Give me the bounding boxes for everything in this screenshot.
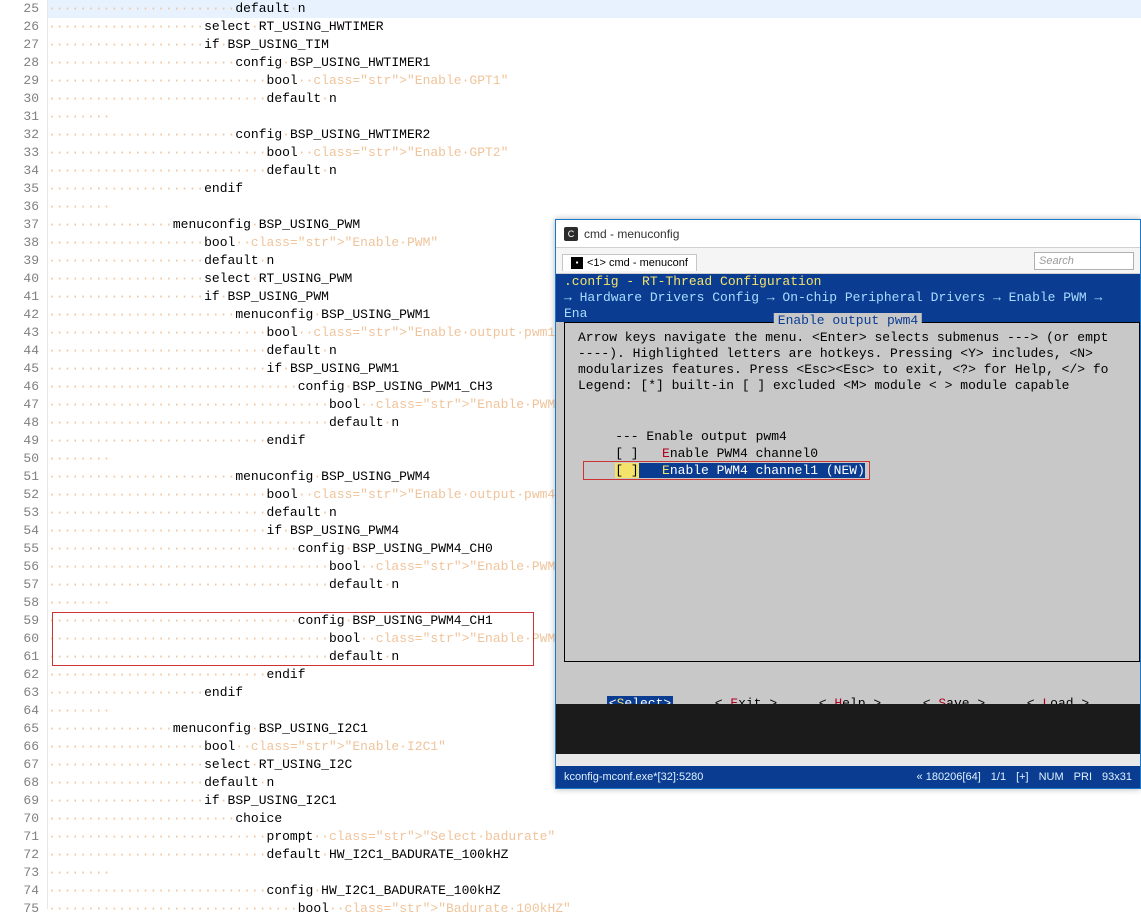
tab-cmd[interactable]: ▪ <1> cmd - menuconf xyxy=(562,254,697,271)
tab-label: <1> cmd - menuconf xyxy=(587,257,688,269)
window-title: cmd - menuconfig xyxy=(584,227,679,241)
config-title-bar: .config - RT-Thread Configuration xyxy=(556,274,1140,290)
cmd-tab-icon: ▪ xyxy=(571,257,583,269)
menu-item[interactable]: --- Enable output pwm4 xyxy=(584,428,1140,445)
cmd-icon: C xyxy=(564,227,578,241)
menu-list[interactable]: --- Enable output pwm4 [ ] Enable PWM4 c… xyxy=(584,428,1140,479)
menu-item[interactable]: [ ] Enable PWM4 channel1 (NEW) xyxy=(584,462,1140,479)
terminal-window: C cmd - menuconfig ▪ <1> cmd - menuconf … xyxy=(555,219,1141,789)
menuconfig-panel: Enable output pwm4 Arrow keys navigate t… xyxy=(556,322,1140,722)
status-right: « 180206[64]1/1[+]NUMPRI93x31 xyxy=(917,771,1132,783)
tab-bar: ▪ <1> cmd - menuconf Search xyxy=(556,248,1140,274)
line-number-gutter: 2526272829303132333435363738394041424344… xyxy=(0,0,48,909)
status-left: kconfig-mconf.exe*[32]:5280 xyxy=(564,771,703,783)
window-titlebar[interactable]: C cmd - menuconfig xyxy=(556,220,1140,248)
status-bar: kconfig-mconf.exe*[32]:5280 « 180206[64]… xyxy=(556,766,1140,788)
menu-item[interactable]: [ ] Enable PWM4 channel0 xyxy=(584,445,1140,462)
search-input[interactable]: Search xyxy=(1034,252,1134,270)
terminal-body[interactable]: .config - RT-Thread Configuration → Hard… xyxy=(556,274,1140,722)
terminal-gap xyxy=(556,704,1140,754)
help-text: Arrow keys navigate the menu. <Enter> se… xyxy=(564,324,1132,394)
